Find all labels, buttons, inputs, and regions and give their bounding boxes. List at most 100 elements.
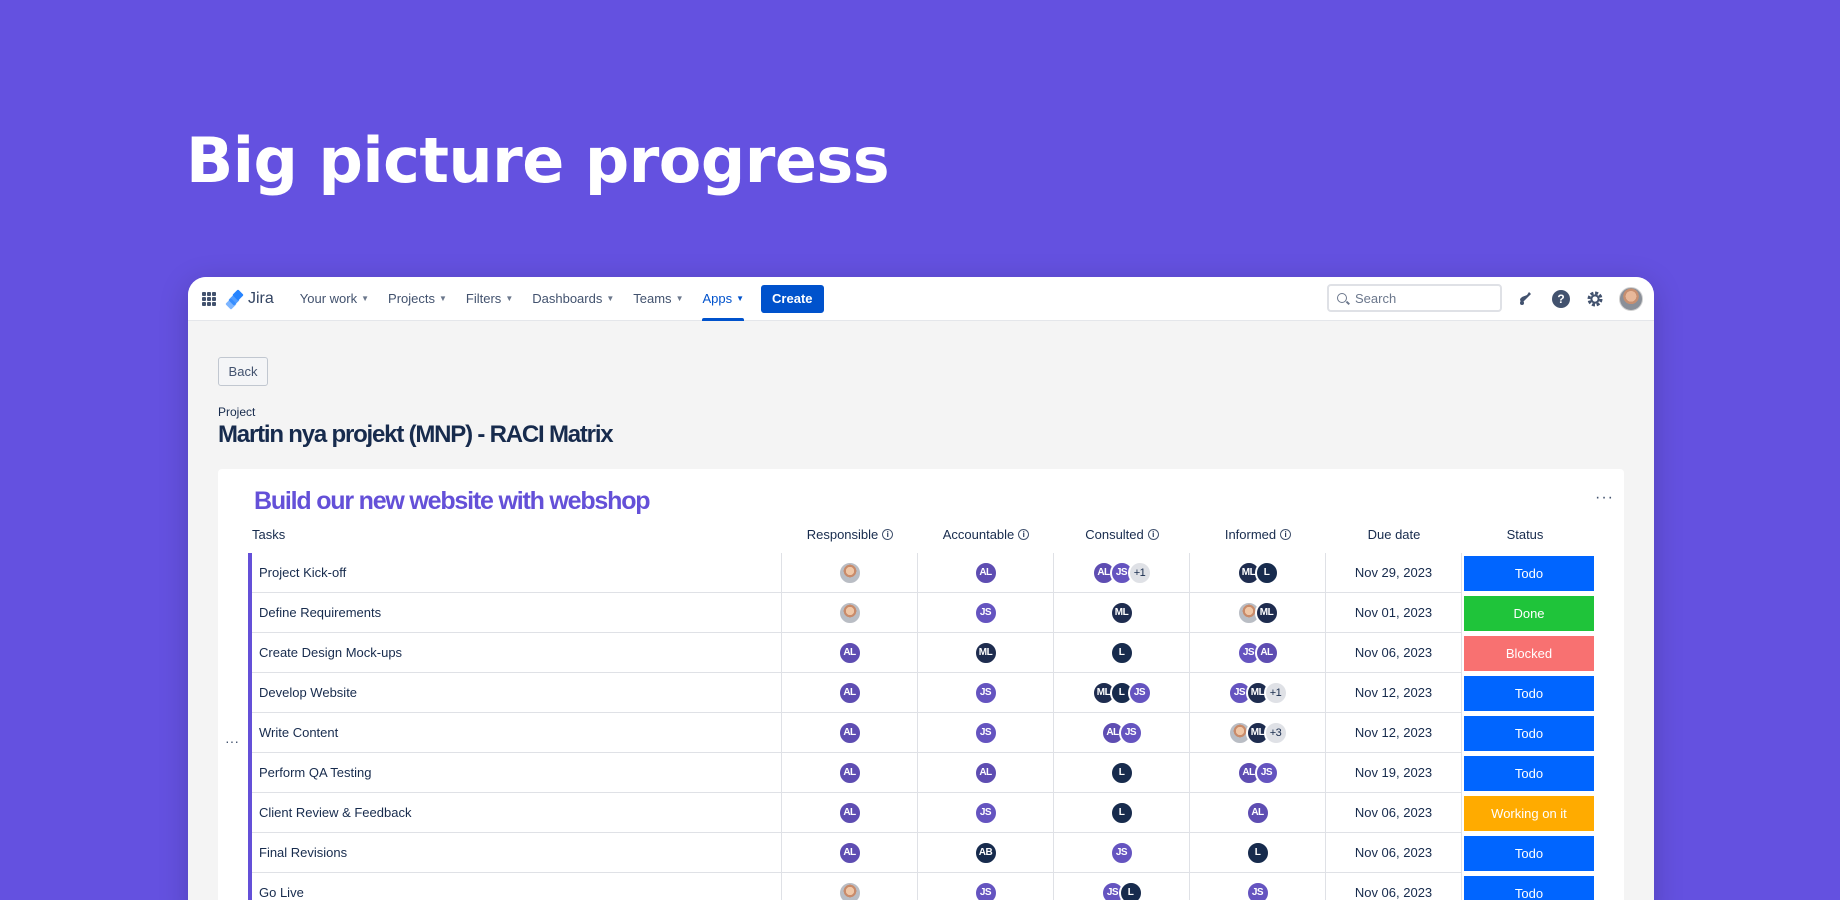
- status-badge[interactable]: Todo: [1464, 755, 1594, 791]
- consulted-cell[interactable]: JS: [1054, 833, 1190, 873]
- responsible-cell[interactable]: AL: [782, 713, 918, 753]
- informed-cell[interactable]: JS: [1190, 873, 1326, 900]
- user-avatar[interactable]: AL: [1254, 640, 1279, 665]
- consulted-cell[interactable]: L: [1054, 793, 1190, 833]
- user-avatar[interactable]: ML: [1254, 600, 1279, 625]
- consulted-cell[interactable]: JS L: [1054, 873, 1190, 900]
- row-actions-icon[interactable]: ···: [225, 733, 239, 749]
- task-name[interactable]: Client Review & Feedback: [252, 793, 782, 833]
- status-cell[interactable]: Todo: [1462, 713, 1596, 753]
- table-row[interactable]: Client Review & Feedback AL JS L AL Nov 06, 2…: [252, 793, 1594, 833]
- consulted-cell[interactable]: ML: [1054, 593, 1190, 633]
- due-date[interactable]: Nov 01, 2023: [1326, 593, 1462, 633]
- settings-icon[interactable]: [1585, 289, 1605, 309]
- task-name[interactable]: Project Kick-off: [252, 553, 782, 593]
- informed-cell[interactable]: AL: [1190, 793, 1326, 833]
- task-name[interactable]: Create Design Mock-ups: [252, 633, 782, 673]
- table-row[interactable]: Define Requirements JS ML ML Nov 01, 2023 Don…: [252, 593, 1594, 633]
- user-avatar[interactable]: AL: [837, 680, 862, 705]
- nav-dashboards[interactable]: Dashboards ▼: [532, 277, 614, 321]
- responsible-cell[interactable]: AL: [782, 833, 918, 873]
- more-users-badge[interactable]: +1: [1127, 560, 1152, 585]
- nav-teams[interactable]: Teams ▼: [633, 277, 683, 321]
- user-avatar[interactable]: AL: [973, 760, 998, 785]
- user-avatar[interactable]: JS: [973, 880, 998, 900]
- status-badge[interactable]: Blocked: [1464, 635, 1594, 671]
- user-avatar[interactable]: JS: [973, 720, 998, 745]
- accountable-cell[interactable]: AL: [918, 753, 1054, 793]
- nav-filters[interactable]: Filters ▼: [466, 277, 513, 321]
- status-cell[interactable]: Todo: [1462, 873, 1596, 900]
- status-cell[interactable]: Todo: [1462, 553, 1596, 593]
- informed-cell[interactable]: JS AL: [1190, 633, 1326, 673]
- task-name[interactable]: Write Content: [252, 713, 782, 753]
- user-avatar[interactable]: JS: [1245, 880, 1270, 900]
- consulted-cell[interactable]: AL JS: [1054, 713, 1190, 753]
- status-badge[interactable]: Todo: [1464, 675, 1594, 711]
- profile-avatar[interactable]: [1619, 287, 1643, 311]
- user-avatar[interactable]: AB: [973, 840, 998, 865]
- accountable-cell[interactable]: AB: [918, 833, 1054, 873]
- user-avatar[interactable]: L: [1254, 560, 1279, 585]
- user-avatar[interactable]: L: [1109, 640, 1134, 665]
- more-users-badge[interactable]: +1: [1263, 680, 1288, 705]
- user-avatar[interactable]: AL: [973, 560, 998, 585]
- user-avatar[interactable]: JS: [973, 800, 998, 825]
- status-cell[interactable]: Todo: [1462, 833, 1596, 873]
- app-switcher-icon[interactable]: [202, 291, 216, 306]
- help-icon[interactable]: ?: [1551, 289, 1571, 309]
- consulted-cell[interactable]: L: [1054, 633, 1190, 673]
- task-name[interactable]: Define Requirements: [252, 593, 782, 633]
- user-avatar[interactable]: L: [1109, 800, 1134, 825]
- user-avatar[interactable]: JS: [1118, 720, 1143, 745]
- accountable-cell[interactable]: JS: [918, 793, 1054, 833]
- user-avatar[interactable]: L: [1109, 760, 1134, 785]
- task-name[interactable]: Final Revisions: [252, 833, 782, 873]
- due-date[interactable]: Nov 12, 2023: [1326, 673, 1462, 713]
- responsible-cell[interactable]: [782, 553, 918, 593]
- user-photo-avatar[interactable]: [837, 560, 862, 585]
- table-row[interactable]: Create Design Mock-ups AL ML L JS AL Nov 06, 2…: [252, 633, 1594, 673]
- table-row[interactable]: Final Revisions AL AB JS L Nov 06, 2023 Todo: [252, 833, 1594, 873]
- table-row[interactable]: Write Content AL JS AL JS ML +3 Nov 12, 2023 Tod…: [252, 713, 1594, 753]
- user-avatar[interactable]: AL: [837, 800, 862, 825]
- accountable-cell[interactable]: JS: [918, 713, 1054, 753]
- nav-your-work[interactable]: Your work ▼: [300, 277, 369, 321]
- informed-cell[interactable]: ML: [1190, 593, 1326, 633]
- status-cell[interactable]: Todo: [1462, 753, 1596, 793]
- responsible-cell[interactable]: AL: [782, 753, 918, 793]
- user-avatar[interactable]: ML: [1109, 600, 1134, 625]
- informed-cell[interactable]: AL JS: [1190, 753, 1326, 793]
- accountable-cell[interactable]: JS: [918, 593, 1054, 633]
- due-date[interactable]: Nov 12, 2023: [1326, 713, 1462, 753]
- user-avatar[interactable]: L: [1118, 880, 1143, 900]
- status-badge[interactable]: Todo: [1464, 715, 1594, 751]
- info-icon[interactable]: i: [1018, 529, 1030, 540]
- due-date[interactable]: Nov 06, 2023: [1326, 873, 1462, 900]
- user-avatar[interactable]: AL: [837, 840, 862, 865]
- status-cell[interactable]: Todo: [1462, 673, 1596, 713]
- status-badge[interactable]: Working on it: [1464, 795, 1594, 831]
- create-button[interactable]: Create: [761, 284, 824, 313]
- table-row[interactable]: Develop Website AL JS ML L JS JS ML +1 Nov 12, 20…: [252, 673, 1594, 713]
- nav-apps[interactable]: Apps ▼: [702, 277, 744, 321]
- consulted-cell[interactable]: L: [1054, 753, 1190, 793]
- user-avatar[interactable]: JS: [973, 680, 998, 705]
- status-cell[interactable]: Done: [1462, 593, 1596, 633]
- due-date[interactable]: Nov 06, 2023: [1326, 793, 1462, 833]
- info-icon[interactable]: i: [1280, 529, 1292, 540]
- search-input[interactable]: Search: [1327, 284, 1502, 312]
- user-avatar[interactable]: AL: [837, 720, 862, 745]
- more-users-badge[interactable]: +3: [1263, 720, 1288, 745]
- task-name[interactable]: Go Live: [252, 873, 782, 900]
- accountable-cell[interactable]: JS: [918, 873, 1054, 900]
- user-avatar[interactable]: ML: [973, 640, 998, 665]
- status-badge[interactable]: Todo: [1464, 555, 1594, 591]
- accountable-cell[interactable]: ML: [918, 633, 1054, 673]
- responsible-cell[interactable]: AL: [782, 633, 918, 673]
- consulted-cell[interactable]: AL JS +1: [1054, 553, 1190, 593]
- status-badge[interactable]: Todo: [1464, 875, 1594, 900]
- informed-cell[interactable]: L: [1190, 833, 1326, 873]
- accountable-cell[interactable]: JS: [918, 673, 1054, 713]
- info-icon[interactable]: i: [1147, 529, 1159, 540]
